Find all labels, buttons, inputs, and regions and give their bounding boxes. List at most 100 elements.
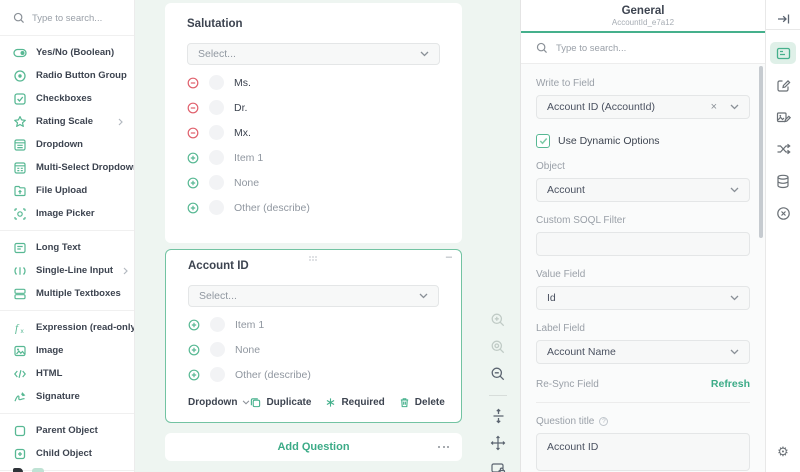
remove-option-icon[interactable] [187, 77, 199, 89]
tab-edit-note[interactable] [770, 74, 796, 96]
question-title: Salutation [187, 18, 440, 30]
use-dynamic-options-checkbox[interactable]: Use Dynamic Options [536, 134, 750, 148]
tab-general[interactable] [770, 42, 796, 64]
sidebar-item-image[interactable]: Image [0, 339, 134, 362]
add-option-icon[interactable] [188, 319, 200, 331]
chevron-down-icon [730, 295, 739, 301]
properties-panel: General AccountId_e7a12 Write to Field A… [520, 0, 765, 472]
sidebar-item-parent-object[interactable]: Parent Object [0, 419, 134, 442]
tab-data-source[interactable] [770, 170, 796, 192]
option-row[interactable]: Ms. [187, 75, 440, 90]
question-title-input[interactable]: Account ID [536, 433, 750, 471]
clear-icon[interactable]: × [711, 102, 717, 113]
label-field-select[interactable]: Account Name [536, 340, 750, 364]
sidebar-item-file-upload[interactable]: File Upload [0, 179, 134, 202]
custom-soql-filter-input[interactable] [536, 232, 750, 256]
custom-soql-filter-label: Custom SOQL Filter [536, 215, 750, 226]
sidebar-item-yes-no[interactable]: Yes/No (Boolean) [0, 41, 134, 64]
option-row[interactable]: None [187, 175, 440, 190]
fit-vertical-icon[interactable] [491, 408, 506, 424]
sidebar-item-dropdown[interactable]: Dropdown [0, 133, 134, 156]
add-question-bar[interactable]: Add Question [165, 433, 462, 461]
option-row[interactable]: Item 1 [187, 150, 440, 165]
sidebar-item-signature[interactable]: Signature [0, 385, 134, 408]
option-row[interactable]: Item 1 [188, 317, 439, 332]
required-toggle[interactable]: Required [325, 397, 384, 408]
add-option-icon[interactable] [187, 152, 199, 164]
panel-subtitle: AccountId_e7a12 [521, 18, 765, 27]
duplicate-icon [250, 397, 261, 408]
zoom-in-icon[interactable] [490, 312, 506, 328]
form-general-icon [776, 47, 791, 60]
label-field-value: Account Name [547, 346, 616, 358]
question-type-dropdown[interactable]: Dropdown [188, 397, 250, 408]
radio-circle [209, 100, 224, 115]
field-types-sidebar: Yes/No (Boolean) Radio Button Group Chec… [0, 0, 135, 472]
sidebar-item-partial [13, 468, 44, 472]
zoom-reset-icon[interactable] [490, 339, 506, 355]
sidebar-item-multi-select-dropdown[interactable]: Multi-Select Dropdown [0, 156, 134, 179]
tab-design[interactable] [770, 106, 796, 128]
value-field-label: Value Field [536, 269, 750, 280]
option-label: Other (describe) [234, 202, 310, 214]
sidebar-item-multiple-textboxes[interactable]: Multiple Textboxes [0, 282, 134, 305]
move-icon[interactable] [490, 435, 506, 451]
screen-lock-icon[interactable] [490, 462, 506, 472]
sidebar-item-label: Rating Scale [36, 116, 93, 127]
tab-restrictions[interactable] [770, 202, 796, 224]
form-canvas: Salutation Select... Ms. Dr. [135, 0, 520, 472]
sidebar-item-long-text[interactable]: Long Text [0, 236, 134, 259]
duplicate-button[interactable]: Duplicate [250, 397, 311, 408]
sidebar-item-rating-scale[interactable]: Rating Scale [0, 110, 134, 133]
collapse-right-icon[interactable] [770, 10, 796, 28]
object-select[interactable]: Account [536, 178, 750, 202]
sidebar-search[interactable] [0, 0, 134, 35]
zoom-out-icon[interactable] [490, 366, 506, 382]
sidebar-item-radio-group[interactable]: Radio Button Group [0, 64, 134, 87]
sidebar-item-single-line-input[interactable]: Single-Line Input [0, 259, 134, 282]
checkbox-checked-icon[interactable] [536, 134, 550, 148]
add-option-icon[interactable] [187, 202, 199, 214]
collapse-card-icon[interactable]: – [446, 251, 452, 263]
panel-search-input[interactable] [556, 43, 750, 54]
question-card-account-id[interactable]: – Account ID Select... Item 1 None [165, 249, 462, 423]
remove-option-icon[interactable] [187, 102, 199, 114]
add-option-icon[interactable] [187, 177, 199, 189]
drag-handle-icon[interactable] [309, 256, 318, 262]
sidebar-item-image-picker[interactable]: Image Picker [0, 202, 134, 225]
sidebar-item-checkboxes[interactable]: Checkboxes [0, 87, 134, 110]
divider [766, 29, 800, 30]
required-asterisk-icon [325, 397, 336, 408]
option-label: Item 1 [235, 319, 264, 331]
settings-gear-icon[interactable]: ⚙ [777, 444, 789, 460]
remove-option-icon[interactable] [187, 127, 199, 139]
option-row[interactable]: Mx. [187, 125, 440, 140]
option-row[interactable]: Dr. [187, 100, 440, 115]
more-options-icon[interactable] [438, 446, 449, 448]
radio-circle [209, 75, 224, 90]
add-option-icon[interactable] [188, 369, 200, 381]
panel-search[interactable] [521, 33, 765, 64]
sidebar-item-child-object[interactable]: Child Object [0, 442, 134, 465]
sidebar-search-input[interactable] [32, 13, 122, 24]
panel-scrollbar[interactable] [759, 66, 763, 238]
option-row[interactable]: Other (describe) [187, 200, 440, 215]
radio-circle [210, 342, 225, 357]
add-option-icon[interactable] [188, 344, 200, 356]
option-row[interactable]: Other (describe) [188, 367, 439, 382]
tab-logic[interactable] [770, 138, 796, 160]
delete-button[interactable]: Delete [399, 397, 445, 408]
refresh-button[interactable]: Refresh [711, 378, 750, 390]
checkbox-icon [13, 92, 27, 106]
chevron-down-icon [419, 293, 428, 299]
value-field-select[interactable]: Id [536, 286, 750, 310]
question-card-salutation[interactable]: Salutation Select... Ms. Dr. [165, 3, 462, 243]
salutation-select[interactable]: Select... [187, 43, 440, 65]
sidebar-item-html[interactable]: HTML [0, 362, 134, 385]
radio-icon [13, 69, 27, 83]
option-row[interactable]: None [188, 342, 439, 357]
account-id-select[interactable]: Select... [188, 285, 439, 307]
write-to-field-select[interactable]: Account ID (AccountId) × [536, 95, 750, 119]
add-question-button[interactable]: Add Question [277, 441, 349, 453]
sidebar-item-expression[interactable]: fx Expression (read-only) [0, 316, 134, 339]
